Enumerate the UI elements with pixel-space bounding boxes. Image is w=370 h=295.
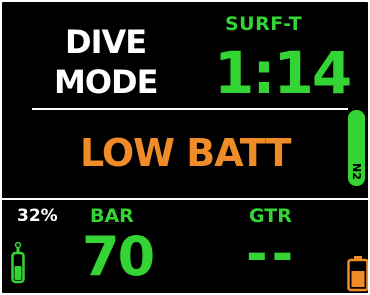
n2-label: N2 (350, 162, 363, 180)
battery-icon (347, 256, 368, 292)
surface-time-value: 1:14 (214, 39, 352, 107)
surface-time-label: SURF-T (225, 13, 303, 35)
mode-title-line-2: MODE (54, 63, 158, 101)
tank-percent: 32% (17, 206, 58, 226)
pressure-unit-label: BAR (90, 205, 134, 227)
gtr-value: -- (246, 224, 298, 284)
low-battery-alarm: LOW BATT (80, 131, 291, 175)
dive-computer-screen: DIVE MODE SURF-T 1:14 LOW BATT N2 32% BA… (0, 0, 370, 295)
upper-divider (32, 108, 348, 110)
gas-tank-icon (11, 242, 25, 284)
mode-title-line-1: DIVE (65, 23, 147, 61)
lower-divider (2, 198, 368, 200)
tank-pressure-value: 70 (82, 225, 155, 288)
